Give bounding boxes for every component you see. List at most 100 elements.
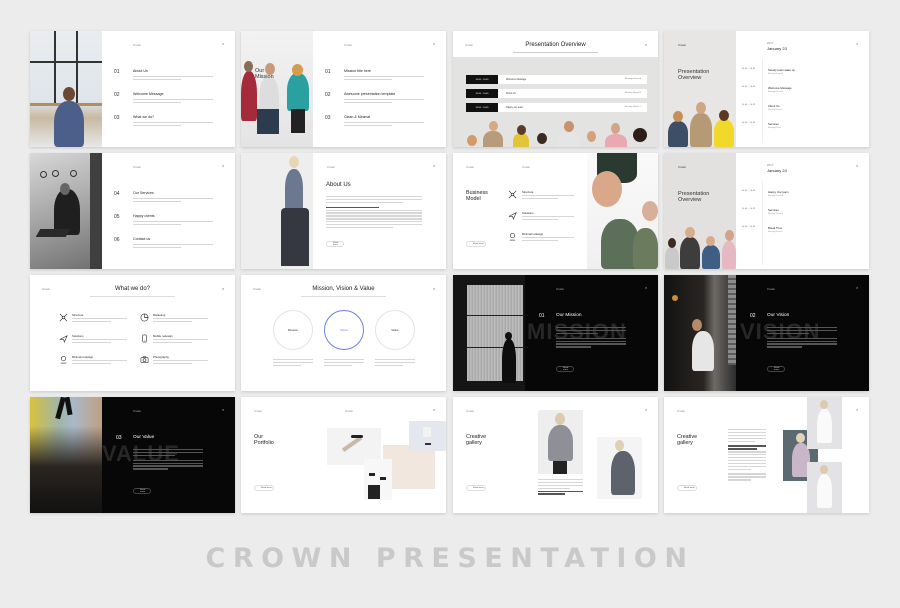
mission-item-title: Awesome presentation template <box>344 92 396 96</box>
header-label: Crown <box>133 165 142 169</box>
slide-agenda-1[interactable]: Crown × 01 About Us 02 Welcome Message 0… <box>30 31 235 147</box>
slide-title: About Us <box>326 182 351 188</box>
read-more-button[interactable]: Read more <box>133 488 151 494</box>
slide-about-us[interactable]: Crown × About Us Read more <box>241 153 446 269</box>
header-label: Crown <box>678 43 687 47</box>
gallery-image-model-grey-top[interactable] <box>538 410 583 474</box>
photo-man-at-window <box>30 31 102 147</box>
gallery-image-model-sheer-dress[interactable] <box>597 437 642 499</box>
close-icon[interactable]: × <box>433 286 435 291</box>
slide-business-model[interactable]: Crown Crown Business Model Read more Stru… <box>453 153 658 269</box>
photo-people-concrete-wall <box>664 153 736 269</box>
slide-title: Mission, Vision & Value <box>312 286 375 292</box>
service-title: Minimal redesign <box>72 355 94 359</box>
side-title: Presentation Overview <box>678 69 710 82</box>
header-label: Crown <box>133 409 142 413</box>
close-icon[interactable]: × <box>645 42 647 47</box>
slide-what-we-do[interactable]: Crown What we do? × Structure Marketing … <box>30 275 235 391</box>
time-label: 10:00 - 10:45 <box>742 191 756 192</box>
close-icon[interactable]: × <box>222 286 224 291</box>
slide-creative-gallery-2[interactable]: Crown × Creative gallery Read more <box>664 397 869 513</box>
gallery-image-model-white-coat-2[interactable] <box>807 462 842 513</box>
schedule-item-location: Meeting Room B <box>768 91 783 93</box>
close-icon[interactable]: × <box>645 407 647 412</box>
slide-schedule-jan-24[interactable]: Crown Presentation Overview 2017 January … <box>664 153 869 269</box>
close-icon[interactable]: × <box>222 163 224 168</box>
time-badge: 10:00 - 10:45 <box>466 89 498 98</box>
section-number: 03 <box>116 435 122 441</box>
circle-label: Vision <box>339 328 349 332</box>
schedule-item-title: Services <box>768 208 779 212</box>
paper-plane-icon <box>59 335 68 343</box>
schedule-item-location: Meeting Room B <box>768 213 783 215</box>
schedule-item-location: Meeting Room C <box>768 109 784 111</box>
section-description <box>133 449 203 471</box>
photo-woman-by-window <box>664 275 736 391</box>
slide-our-vision[interactable]: VISION Crown × 02 Our Vision Read more <box>664 275 869 391</box>
read-more-button[interactable]: Read more <box>556 366 574 372</box>
read-more-button[interactable]: Read more <box>466 485 486 491</box>
read-more-button[interactable]: Read more <box>677 485 697 491</box>
read-more-button[interactable]: Read more <box>767 366 785 372</box>
side-title: Our Portfolio <box>254 434 274 446</box>
slide-creative-gallery-1[interactable]: Crown × Creative gallery Read more <box>453 397 658 513</box>
close-icon[interactable]: × <box>645 285 647 290</box>
value-circle[interactable]: Value <box>375 310 415 350</box>
close-icon[interactable]: × <box>433 163 435 168</box>
schedule-item-title: Break Time <box>768 226 783 230</box>
close-icon[interactable]: × <box>856 41 858 46</box>
row-location: Meeting Room C <box>624 106 641 108</box>
vision-circle[interactable]: Vision <box>324 310 364 350</box>
section-title: Our Value <box>133 435 155 440</box>
overview-row: 10:00 - 10:45 Happy our team Meeting Roo… <box>466 103 647 112</box>
close-icon[interactable]: × <box>222 41 224 46</box>
mission-circle[interactable]: Mission <box>273 310 313 350</box>
close-icon[interactable]: × <box>856 163 858 168</box>
service-description <box>153 339 208 345</box>
slide-our-mission[interactable]: MISSION Crown × 01 Our Mission Read more <box>453 275 658 391</box>
agenda-item-title: What we do? <box>133 115 154 119</box>
location-pin-icon <box>509 233 516 241</box>
agenda-item-title: Our Services <box>133 191 154 195</box>
close-icon[interactable]: × <box>856 407 858 412</box>
item-description <box>344 99 424 105</box>
header-label: Crown <box>767 287 776 291</box>
location-pin-icon <box>60 356 67 364</box>
section-number: 02 <box>750 313 756 319</box>
structure-icon <box>59 313 68 322</box>
schedule-item-title: Services <box>768 122 779 126</box>
read-more-button[interactable]: Read more <box>326 241 344 247</box>
slide-our-portfolio[interactable]: Crown Crown × Our Portfolio Read more <box>241 397 446 513</box>
read-more-button[interactable]: Read more <box>254 485 274 491</box>
slide-mission-vision-value[interactable]: Crown Mission, Vision & Value × Mission … <box>241 275 446 391</box>
header-label: Crown <box>344 43 353 47</box>
item-description <box>133 198 213 204</box>
feature-description <box>522 216 574 222</box>
portfolio-image-boots[interactable] <box>364 459 392 500</box>
row-location: Meeting Room A <box>624 78 641 80</box>
section-title: Our Vision <box>767 313 790 318</box>
close-icon[interactable]: × <box>433 41 435 46</box>
slide-agenda-2[interactable]: Crown × 04 Our Services 05 Happy clients… <box>30 153 235 269</box>
slide-presentation-overview[interactable]: Crown Presentation Overview × 10:00 - 10… <box>453 31 658 147</box>
agenda-item-title: Happy clients <box>133 214 155 218</box>
item-number: 03 <box>325 115 331 121</box>
schedule-item-location: Meeting Room C <box>768 231 784 233</box>
schedule-item-title: Steady team wake up <box>768 68 795 72</box>
time-label: 10:00 - 10:45 <box>742 123 756 124</box>
time-label: 10:00 - 10:45 <box>742 209 756 210</box>
close-icon[interactable]: × <box>433 407 435 412</box>
slide-our-mission-list[interactable]: Our Mission Crown × 01 Mission title her… <box>241 31 446 147</box>
service-description <box>72 318 127 324</box>
slide-schedule-jan-23[interactable]: Crown Presentation Overview 2017 January … <box>664 31 869 147</box>
read-more-button[interactable]: Read more <box>466 241 486 247</box>
close-icon[interactable]: × <box>222 407 224 412</box>
close-icon[interactable]: × <box>856 285 858 290</box>
section-title: Our Mission <box>556 313 582 318</box>
gallery-image-model-white-coat-1[interactable] <box>807 397 842 449</box>
portfolio-image-design-ui[interactable] <box>409 421 446 451</box>
circle-label: Mission <box>287 328 299 332</box>
agenda-item-title: Contact us <box>133 237 151 241</box>
photo-group-of-people <box>453 119 658 147</box>
slide-our-value[interactable]: VALUE Crown × 03 Our Value Read more <box>30 397 235 513</box>
